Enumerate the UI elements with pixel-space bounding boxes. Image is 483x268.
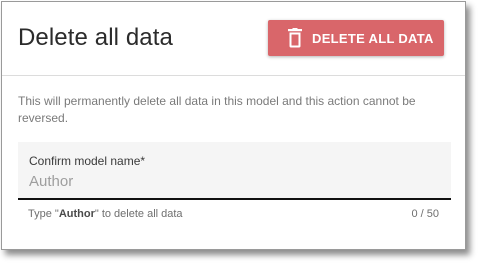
delete-all-data-button-label: DELETE ALL DATA — [312, 31, 434, 46]
delete-all-data-dialog: Delete all data DELETE ALL DATA This wil… — [1, 1, 466, 250]
helper-text: Type "Author" to delete all data — [28, 208, 183, 220]
confirm-model-name-label: Confirm model name* — [29, 154, 146, 168]
warning-message: This will permanently delete all data in… — [18, 94, 416, 125]
confirm-model-name-input[interactable] — [28, 170, 430, 192]
dialog-header: Delete all data DELETE ALL DATA — [2, 2, 465, 76]
dialog-title: Delete all data — [18, 24, 173, 51]
helper-prefix: Type " — [28, 208, 59, 220]
helper-suffix: " to delete all data — [94, 208, 183, 220]
delete-all-data-button[interactable]: DELETE ALL DATA — [268, 20, 444, 56]
helper-model-name: Author — [58, 208, 95, 220]
confirm-model-name-field[interactable]: Confirm model name* — [18, 142, 451, 200]
character-counter: 0 / 50 — [411, 208, 439, 220]
trash-icon — [288, 28, 302, 48]
